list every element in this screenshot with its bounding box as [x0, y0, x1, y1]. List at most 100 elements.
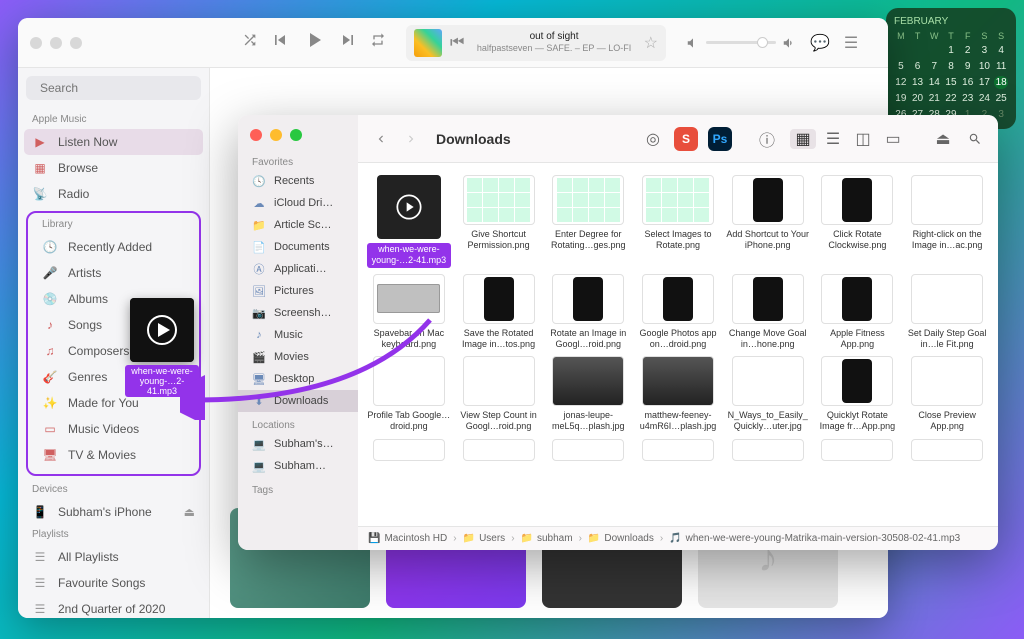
- file-item[interactable]: View Step Count in Googl…roid.png: [456, 356, 542, 433]
- file-item[interactable]: Change Move Goal in…hone.png: [725, 274, 811, 351]
- forward-icon[interactable]: [400, 128, 422, 150]
- finder-sidebar-movies[interactable]: 🎬Movies: [238, 346, 358, 368]
- search-field[interactable]: [40, 81, 195, 95]
- file-item[interactable]: Right-click on the Image in…ac.png: [904, 175, 990, 268]
- icon-view-icon[interactable]: ▦: [790, 129, 816, 149]
- sidebar-tv-&-movies[interactable]: 🖥TV & Movies: [28, 442, 199, 468]
- finder-sidebar-icloud-dri-[interactable]: ☁iCloud Dri…: [238, 192, 358, 214]
- app-badge-ps[interactable]: Ps: [708, 127, 732, 151]
- info-icon[interactable]: ⓘ: [756, 128, 778, 150]
- file-item[interactable]: when-we-were-young-…2-41.mp3: [366, 175, 452, 268]
- finder-sidebar-article-sc-[interactable]: 📁Article Sc…: [238, 214, 358, 236]
- sidebar-playlist[interactable]: ☰Favourite Songs: [18, 570, 209, 596]
- sidebar-albums[interactable]: 💿Albums: [28, 286, 199, 312]
- finder-sidebar-music[interactable]: ♪Music: [238, 324, 358, 346]
- music-traffic-lights[interactable]: [30, 37, 82, 49]
- file-item[interactable]: [904, 439, 990, 465]
- file-item[interactable]: Click Rotate Clockwise.png: [815, 175, 901, 268]
- finder-sidebar-screensh-[interactable]: 📷Screensh…: [238, 302, 358, 324]
- finder-file-grid[interactable]: when-we-were-young-…2-41.mp3Give Shortcu…: [358, 163, 998, 526]
- sidebar-browse[interactable]: ▦Browse: [18, 155, 209, 181]
- file-item[interactable]: jonas-leupe-meL5q…plash.jpg: [545, 356, 631, 433]
- sidebar-device[interactable]: 📱Subham's iPhone⏏: [18, 499, 209, 525]
- sidebar-listen-now[interactable]: ▶Listen Now: [24, 129, 203, 155]
- path-segment[interactable]: 💾Macintosh HD: [368, 533, 447, 544]
- shuffle-icon[interactable]: [242, 32, 258, 53]
- finder-traffic-lights[interactable]: [238, 123, 338, 155]
- sidebar-playlist[interactable]: ☰2nd Quarter of 2020: [18, 596, 209, 618]
- finder-sidebar-location[interactable]: 💻Subham's…: [238, 433, 358, 455]
- list-view-icon[interactable]: ☰: [820, 129, 846, 149]
- file-item[interactable]: N_Ways_to_Easily_Quickly…uter.jpg: [725, 356, 811, 433]
- file-item[interactable]: [456, 439, 542, 465]
- sidebar-recently-added[interactable]: 🕓Recently Added: [28, 234, 199, 260]
- path-segment[interactable]: 🎵when-we-were-young-Matrika-main-version…: [669, 533, 960, 544]
- file-item[interactable]: Select Images to Rotate.png: [635, 175, 721, 268]
- sidebar-songs[interactable]: ♪Songs: [28, 312, 199, 338]
- queue-icon[interactable]: ☰: [844, 33, 858, 53]
- file-item[interactable]: Close Preview App.png: [904, 356, 990, 433]
- gallery-view-icon[interactable]: ▭: [880, 129, 906, 149]
- file-item[interactable]: Give Shortcut Permission.png: [456, 175, 542, 268]
- file-item[interactable]: [815, 439, 901, 465]
- file-item[interactable]: Enter Degree for Rotating…ges.png: [545, 175, 631, 268]
- next-icon[interactable]: [338, 30, 358, 55]
- file-item[interactable]: Rotate an Image in Googl…roid.png: [545, 274, 631, 351]
- eject-icon[interactable]: ⏏: [184, 505, 195, 519]
- file-item[interactable]: Save the Rotated Image in…tos.png: [456, 274, 542, 351]
- airdrop-icon[interactable]: ◎: [642, 128, 664, 150]
- file-item[interactable]: Set Daily Step Goal in…le Fit.png: [904, 274, 990, 351]
- favorite-star-icon[interactable]: ☆: [644, 33, 658, 53]
- finder-sidebar-documents[interactable]: 📄Documents: [238, 236, 358, 258]
- close-icon[interactable]: [30, 37, 42, 49]
- volume-control[interactable]: [686, 36, 796, 50]
- finder-sidebar-applicati-[interactable]: ⒶApplicati…: [238, 258, 358, 280]
- previous-icon[interactable]: [270, 30, 290, 55]
- volume-slider[interactable]: [706, 41, 776, 44]
- file-item[interactable]: Google Photos app on…droid.png: [635, 274, 721, 351]
- sidebar-playlist[interactable]: ☰All Playlists: [18, 544, 209, 570]
- file-item[interactable]: [725, 439, 811, 465]
- minimize-icon[interactable]: [270, 129, 282, 141]
- column-view-icon[interactable]: ◫: [850, 129, 876, 149]
- sidebar-composers[interactable]: ♫Composers: [28, 338, 199, 364]
- sidebar-radio[interactable]: 📡Radio: [18, 181, 209, 207]
- finder-sidebar-location[interactable]: 💻Subham…: [238, 455, 358, 477]
- close-icon[interactable]: [250, 129, 262, 141]
- back-icon[interactable]: [370, 128, 392, 150]
- zoom-icon[interactable]: [70, 37, 82, 49]
- zoom-icon[interactable]: [290, 129, 302, 141]
- toolbar-search-icon[interactable]: [964, 128, 986, 150]
- app-badge-s[interactable]: S: [674, 127, 698, 151]
- eject-icon[interactable]: ⏏: [932, 128, 954, 150]
- search-input[interactable]: [26, 76, 201, 100]
- file-item[interactable]: [366, 439, 452, 465]
- file-item[interactable]: [545, 439, 631, 465]
- sidebar-artists[interactable]: 🎤Artists: [28, 260, 199, 286]
- finder-sidebar-downloads[interactable]: ⬇Downloads: [238, 390, 358, 412]
- finder-path-bar[interactable]: 💾Macintosh HD›📁Users›📁subham›📁Downloads›…: [358, 526, 998, 550]
- file-item[interactable]: [635, 439, 721, 465]
- repeat-icon[interactable]: [370, 32, 386, 53]
- path-segment[interactable]: 📁Users: [463, 533, 506, 544]
- finder-sidebar-desktop[interactable]: 🖥Desktop: [238, 368, 358, 390]
- file-label: Save the Rotated Image in…tos.png: [457, 328, 541, 351]
- file-item[interactable]: Spavebar on Mac keyboard.png: [366, 274, 452, 351]
- now-playing-display[interactable]: ⏮ out of sight halfpastseven — SAFE. – E…: [406, 25, 666, 61]
- path-segment[interactable]: 📁Downloads: [588, 533, 654, 544]
- finder-sidebar-pictures[interactable]: 🖼Pictures: [238, 280, 358, 302]
- finder-sidebar-recents[interactable]: 🕓Recents: [238, 170, 358, 192]
- file-item[interactable]: matthew-feeney-u4mR6I…plash.jpg: [635, 356, 721, 433]
- minimize-icon[interactable]: [50, 37, 62, 49]
- file-item[interactable]: Apple Fitness App.png: [815, 274, 901, 351]
- sidebar-music-videos[interactable]: ▭Music Videos: [28, 416, 199, 442]
- file-item[interactable]: Add Shortcut to Your iPhone.png: [725, 175, 811, 268]
- play-icon[interactable]: [302, 28, 326, 57]
- step-back-icon[interactable]: ⏮: [450, 34, 464, 52]
- lyrics-icon[interactable]: 💬: [810, 33, 830, 53]
- sidebar-genres[interactable]: 🎸Genres: [28, 364, 199, 390]
- path-segment[interactable]: 📁subham: [521, 533, 573, 544]
- sidebar-made-for-you[interactable]: ✨Made for You: [28, 390, 199, 416]
- file-item[interactable]: Profile Tab Google…droid.png: [366, 356, 452, 433]
- file-item[interactable]: Quicklyt Rotate Image fr…App.png: [815, 356, 901, 433]
